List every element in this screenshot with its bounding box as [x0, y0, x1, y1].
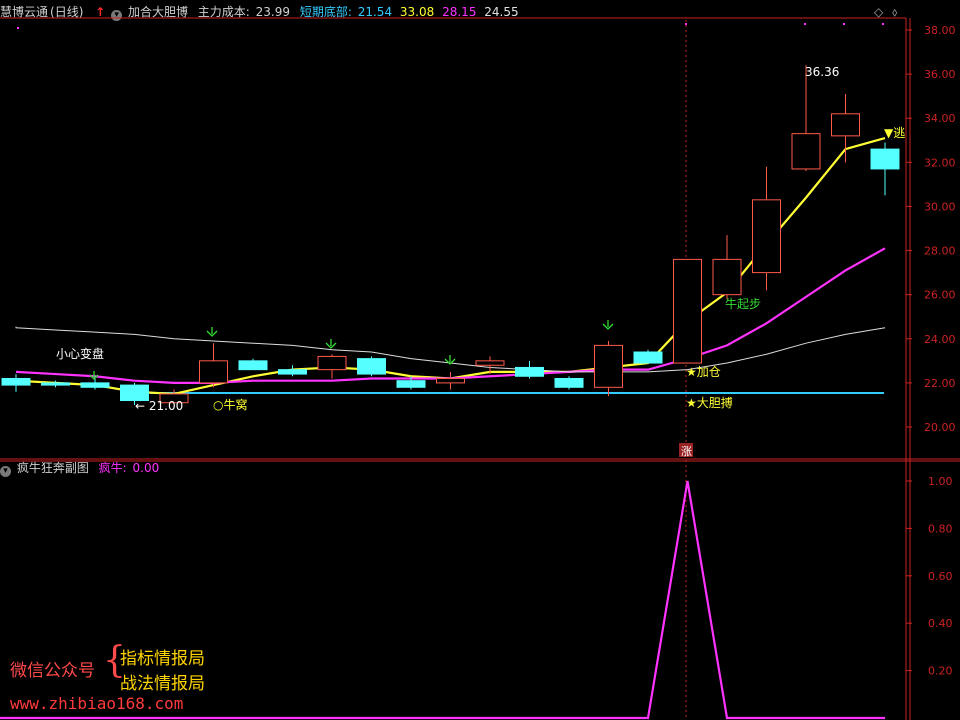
candlestick[interactable]: [199, 343, 228, 388]
price-tick-label: 24.00: [924, 333, 956, 346]
diamond-icon[interactable]: ◇: [874, 5, 884, 19]
bold-bet-label: ★大胆搏: [686, 396, 733, 410]
white-indicator-line: [15, 326, 886, 373]
date-marker-label: 涨: [681, 445, 692, 458]
price-tick-label: 30.00: [924, 200, 956, 213]
price-tick-label: 22.00: [924, 377, 956, 390]
candlestick[interactable]: [554, 376, 584, 390]
sub-tick-label: 0.20: [928, 665, 953, 678]
candlestick[interactable]: [357, 356, 386, 377]
candlestick[interactable]: [633, 349, 663, 364]
candle-body: [475, 360, 505, 366]
candlestick[interactable]: [436, 371, 465, 390]
candle-body: [396, 380, 426, 388]
candle-body: [831, 113, 860, 137]
candlestick[interactable]: [831, 93, 860, 163]
price-tick-label: 38.00: [924, 24, 956, 37]
candlestick[interactable]: [712, 235, 742, 300]
candlestick[interactable]: [278, 365, 307, 377]
watermark-url[interactable]: www.zhibiao168.com: [10, 694, 183, 713]
caution-label: 小心变盘: [56, 346, 104, 361]
candle-body: [199, 360, 228, 384]
candle-body: [317, 355, 347, 371]
high-price-label: 36.36: [805, 65, 839, 79]
sub-tick-label: 0.40: [928, 617, 953, 630]
scroll-icon[interactable]: ⬨: [892, 5, 898, 19]
candle-body: [791, 133, 821, 170]
candle-body: [712, 258, 742, 296]
low-price-label: ← 21.00: [135, 399, 183, 413]
candle-body: [870, 148, 900, 170]
candlestick[interactable]: [791, 65, 821, 172]
candle-body: [357, 358, 386, 375]
candlestick[interactable]: [515, 360, 544, 379]
watermark-line-1: 指标情报局: [120, 649, 205, 669]
price-tick-label: 32.00: [924, 156, 956, 169]
candlestick[interactable]: [673, 258, 702, 364]
candlestick[interactable]: [752, 166, 781, 291]
top-dot-markers: [17, 23, 884, 29]
price-tick-label: 26.00: [924, 289, 956, 302]
bull-start-label: 牛起步: [725, 296, 761, 311]
green-arrow-icon: [206, 327, 218, 337]
candlestick[interactable]: [238, 358, 268, 371]
green-arrow-icon: [602, 320, 614, 330]
sub-tick-label: 0.80: [928, 522, 953, 535]
watermark-line-2: 战法情报局: [120, 674, 205, 694]
candle-body: [1, 377, 31, 386]
price-chart[interactable]: 38.00 36.00 34.00 32.00 30.00 28.00 26.00 24.00…: [0, 0, 960, 720]
candle-body: [554, 377, 584, 388]
candle-body: [515, 366, 544, 377]
price-tick-label: 36.00: [924, 68, 956, 81]
sub-tick-label: 1.00: [928, 475, 953, 488]
sub-tick-label: 0.60: [928, 570, 953, 583]
green-arrow-icon: [325, 339, 337, 349]
wechat-label: 微信公众号: [10, 661, 95, 681]
candlestick[interactable]: [594, 340, 623, 397]
candle-body: [752, 199, 781, 274]
bull-nest-label: ○牛窝: [213, 397, 247, 412]
price-tick-label: 34.00: [924, 112, 956, 125]
candle-body: [594, 344, 623, 388]
candle-body: [41, 382, 70, 386]
escape-label: ▼逃: [884, 126, 905, 140]
price-tick-label: 28.00: [924, 245, 956, 258]
price-tick-label: 20.00: [924, 421, 956, 434]
candlestick[interactable]: [870, 142, 900, 196]
add-position-label: ★加仓: [686, 365, 721, 379]
candle-body: [80, 382, 110, 388]
candle-body: [673, 258, 702, 364]
candle-body: [633, 351, 663, 364]
candle-body: [436, 377, 465, 384]
candlestick[interactable]: [317, 354, 347, 379]
candle-body: [278, 369, 307, 375]
candlestick[interactable]: [1, 374, 31, 392]
candle-body: [238, 360, 268, 371]
